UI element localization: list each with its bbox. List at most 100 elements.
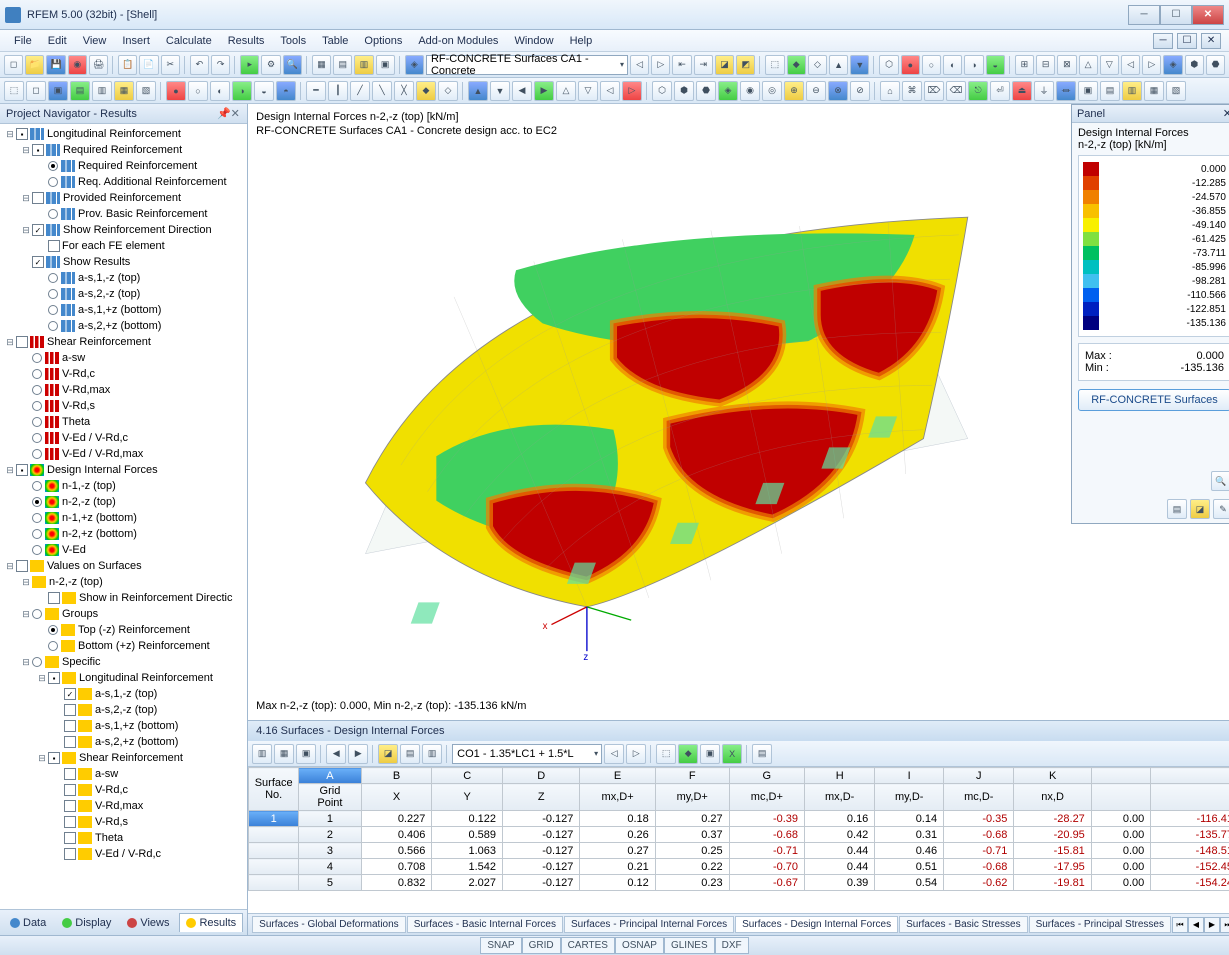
ttab-principal-stress[interactable]: Surfaces - Principal Stresses xyxy=(1029,916,1171,933)
t6-icon[interactable]: ▲ xyxy=(829,55,848,75)
tt10-icon[interactable]: ▷ xyxy=(626,744,646,764)
tree-ved[interactable]: V-Ed xyxy=(62,544,86,556)
tt6-icon[interactable]: ◪ xyxy=(378,744,398,764)
u3-icon[interactable]: ▣ xyxy=(48,81,68,101)
next-icon[interactable]: ▷ xyxy=(651,55,670,75)
copy-icon[interactable]: 📋 xyxy=(118,55,137,75)
u42-icon[interactable]: ⌫ xyxy=(946,81,966,101)
menu-insert[interactable]: Insert xyxy=(116,33,156,49)
u17-icon[interactable]: ╲ xyxy=(372,81,392,101)
tt11-icon[interactable]: ⬚ xyxy=(656,744,676,764)
u37-icon[interactable]: ⊗ xyxy=(828,81,848,101)
tt-excel-icon[interactable]: X xyxy=(722,744,742,764)
t16-icon[interactable]: ⊠ xyxy=(1057,55,1076,75)
u28-icon[interactable]: ▷ xyxy=(622,81,642,101)
result-grid[interactable]: SurfaceNo. ABCD EFGH IJK GridPoint Grid … xyxy=(248,767,1229,913)
u19-icon[interactable]: ◆ xyxy=(416,81,436,101)
u49-icon[interactable]: ▤ xyxy=(1100,81,1120,101)
u29-icon[interactable]: ⬡ xyxy=(652,81,672,101)
view3-icon[interactable]: ▥ xyxy=(354,55,373,75)
status-grid[interactable]: GRID xyxy=(522,937,561,954)
u32-icon[interactable]: ◈ xyxy=(718,81,738,101)
u40-icon[interactable]: ⌘ xyxy=(902,81,922,101)
tree-show-dir[interactable]: Show Reinforcement Direction xyxy=(63,224,212,236)
u50-icon[interactable]: ▥ xyxy=(1122,81,1142,101)
t3-icon[interactable]: ⬚ xyxy=(765,55,784,75)
navtab-data[interactable]: Data xyxy=(4,914,52,932)
tt13-icon[interactable]: ▣ xyxy=(700,744,720,764)
tab-next-icon[interactable]: ▶ xyxy=(1204,917,1220,933)
menu-view[interactable]: View xyxy=(77,33,113,49)
tree-vrds[interactable]: V-Rd,s xyxy=(62,400,95,412)
calc-icon[interactable]: ▸ xyxy=(240,55,259,75)
tree-vrdc[interactable]: V-Rd,c xyxy=(62,368,95,380)
u7-icon[interactable]: ▧ xyxy=(136,81,156,101)
u18-icon[interactable]: ╳ xyxy=(394,81,414,101)
t22-icon[interactable]: ⬢ xyxy=(1185,55,1204,75)
undo-icon[interactable]: ↶ xyxy=(190,55,209,75)
u1-icon[interactable]: ⬚ xyxy=(4,81,24,101)
ttab-design-if[interactable]: Surfaces - Design Internal Forces xyxy=(735,916,898,933)
tree-req-reinf2[interactable]: Required Reinforcement xyxy=(78,160,197,172)
tree-s-vrdc[interactable]: V-Rd,c xyxy=(95,784,128,796)
tt2-icon[interactable]: ▦ xyxy=(274,744,294,764)
panel-close-icon[interactable]: ✕ xyxy=(1223,107,1229,120)
t4-icon[interactable]: ◆ xyxy=(787,55,806,75)
t23-icon[interactable]: ⬣ xyxy=(1206,55,1225,75)
u34-icon[interactable]: ◎ xyxy=(762,81,782,101)
tree-vedvrdc[interactable]: V-Ed / V-Rd,c xyxy=(62,432,128,444)
tree-values-surf[interactable]: Values on Surfaces xyxy=(47,560,142,572)
tree-s-asw[interactable]: a-sw xyxy=(95,768,118,780)
menu-edit[interactable]: Edit xyxy=(42,33,73,49)
open-icon[interactable]: 📁 xyxy=(25,55,44,75)
menu-addon[interactable]: Add-on Modules xyxy=(412,33,504,49)
u4-icon[interactable]: ▤ xyxy=(70,81,90,101)
tree-groups[interactable]: Groups xyxy=(62,608,98,620)
cut-icon[interactable]: ✂ xyxy=(161,55,180,75)
t10-icon[interactable]: ○ xyxy=(922,55,941,75)
t17-icon[interactable]: △ xyxy=(1079,55,1098,75)
tree-s-vrdmax[interactable]: V-Rd,max xyxy=(95,800,143,812)
t8-icon[interactable]: ⬡ xyxy=(879,55,898,75)
u44-icon[interactable]: ⏎ xyxy=(990,81,1010,101)
tree-show-res[interactable]: Show Results xyxy=(63,256,130,268)
u30-icon[interactable]: ⬢ xyxy=(674,81,694,101)
tree-req-add[interactable]: Req. Additional Reinforcement xyxy=(78,176,227,188)
tree-bot-reinf[interactable]: Bottom (+z) Reinforcement xyxy=(78,640,210,652)
tree-long-reinf2[interactable]: Longitudinal Reinforcement xyxy=(79,672,213,684)
t14-icon[interactable]: ⊞ xyxy=(1015,55,1034,75)
tab-prev-icon[interactable]: ◀ xyxy=(1188,917,1204,933)
tt12-icon[interactable]: ◆ xyxy=(678,744,698,764)
u21-icon[interactable]: ▲ xyxy=(468,81,488,101)
tree-n1zbot[interactable]: n-1,+z (bottom) xyxy=(62,512,137,524)
u15-icon[interactable]: ┃ xyxy=(328,81,348,101)
panel-module-button[interactable]: RF-CONCRETE Surfaces xyxy=(1078,389,1229,411)
panel-t2-icon[interactable]: ◪ xyxy=(1190,499,1210,519)
u38-icon[interactable]: ⊘ xyxy=(850,81,870,101)
t9-icon[interactable]: ● xyxy=(901,55,920,75)
u36-icon[interactable]: ⊖ xyxy=(806,81,826,101)
u41-icon[interactable]: ⌦ xyxy=(924,81,944,101)
tree-s-vedvrdc[interactable]: V-Ed / V-Rd,c xyxy=(95,848,161,860)
u43-icon[interactable]: ⎋ xyxy=(968,81,988,101)
t1-icon[interactable]: ◪ xyxy=(715,55,734,75)
status-osnap[interactable]: OSNAP xyxy=(615,937,664,954)
tree-s-as1zbot[interactable]: a-s,1,+z (bottom) xyxy=(95,720,178,732)
mdi-maximize[interactable]: ☐ xyxy=(1177,33,1197,49)
viewport[interactable]: Design Internal Forces n-2,-z (top) [kN/… xyxy=(248,104,1229,720)
tree-s-as2ztop[interactable]: a-s,2,-z (top) xyxy=(95,704,157,716)
tt5-icon[interactable]: ▶ xyxy=(348,744,368,764)
u22-icon[interactable]: ▼ xyxy=(490,81,510,101)
minimize-button[interactable]: ─ xyxy=(1128,5,1160,25)
tt3-icon[interactable]: ▣ xyxy=(296,744,316,764)
u51-icon[interactable]: ▦ xyxy=(1144,81,1164,101)
u39-icon[interactable]: ⌂ xyxy=(880,81,900,101)
paste-icon[interactable]: 📄 xyxy=(139,55,158,75)
last-icon[interactable]: ⇥ xyxy=(694,55,713,75)
tree-specific[interactable]: Specific xyxy=(62,656,101,668)
find-icon[interactable]: 🔍 xyxy=(283,55,302,75)
t2-icon[interactable]: ◩ xyxy=(736,55,755,75)
menu-file[interactable]: File xyxy=(8,33,38,49)
status-snap[interactable]: SNAP xyxy=(480,937,521,954)
tree-design-if[interactable]: Design Internal Forces xyxy=(47,464,158,476)
